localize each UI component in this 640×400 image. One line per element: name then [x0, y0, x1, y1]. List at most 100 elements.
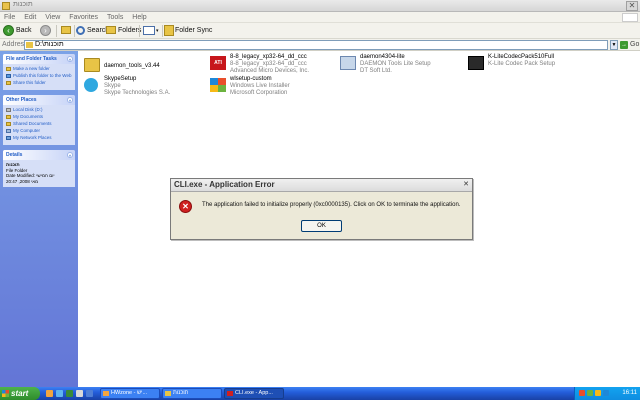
file-item[interactable]: K-LiteCodecPack510Full K-Lite Codec Pack…: [468, 53, 593, 79]
views-button[interactable]: [143, 26, 155, 35]
back-button[interactable]: Back: [16, 25, 32, 37]
file-folder-tasks-panel: File and Folder Tasks ˄ Make a new folde…: [3, 54, 75, 90]
place-local-disk[interactable]: Local Disk (D:): [6, 107, 72, 114]
file-name: 8-8_legacy_xp32-64_dd_ccc: [230, 54, 307, 60]
toolbar-separator: [74, 25, 75, 37]
panel-title: Other Places: [6, 97, 37, 103]
taskbar-item[interactable]: HWzone - יש...: [100, 388, 160, 399]
forward-arrow-icon[interactable]: ›: [40, 25, 51, 36]
tray-icon[interactable]: [579, 390, 585, 396]
place-label: Shared Documents: [13, 121, 52, 126]
file-description: Windows Live Installer: [230, 83, 290, 89]
toolbar: ‹ Back › Search Folders ▾ Folder Sync: [0, 23, 640, 39]
address-bar: Address D:\תוכנות ▼ → Go: [0, 39, 640, 51]
setup-icon: [340, 56, 356, 70]
tray-icon[interactable]: [595, 390, 601, 396]
toolbar-separator: [162, 25, 163, 37]
quick-launch-icon[interactable]: [76, 390, 83, 397]
place-shared-documents[interactable]: Shared Documents: [6, 121, 72, 128]
file-description: K-Lite Codec Pack Setup: [488, 61, 556, 67]
chevron-down-icon[interactable]: ▾: [156, 25, 159, 37]
file-item[interactable]: SkypeSetup Skype Skype Technologies S.A.: [84, 75, 204, 101]
quick-launch-icon[interactable]: [56, 390, 63, 397]
file-name: K-LiteCodecPack510Full: [488, 54, 555, 60]
place-my-documents[interactable]: My Documents: [6, 114, 72, 121]
file-company: DT Soft Ltd.: [360, 68, 392, 74]
quick-launch-icon[interactable]: [86, 390, 93, 397]
window-title: תוכנות: [13, 1, 33, 8]
file-description: 8-8_legacy_xp32-64_dd_ccc: [230, 61, 307, 67]
collapse-icon[interactable]: ˄: [67, 152, 73, 158]
tray-icon[interactable]: [587, 390, 593, 396]
taskbar-item[interactable]: CLI.exe - App...: [224, 388, 284, 399]
file-item[interactable]: daemon4304-lite DAEMON Tools Lite Setup …: [340, 53, 465, 79]
menu-favorites[interactable]: Favorites: [69, 12, 98, 23]
folder-icon: [6, 122, 11, 126]
skype-icon: [84, 78, 98, 92]
address-dropdown-button[interactable]: ▼: [610, 40, 618, 50]
error-icon: [227, 391, 233, 396]
address-value: D:\תוכנות: [35, 41, 64, 48]
tray-icon[interactable]: [603, 390, 609, 396]
panel-header[interactable]: File and Folder Tasks ˄: [3, 54, 75, 64]
dialog-titlebar[interactable]: CLI.exe - Application Error ✕: [171, 179, 472, 192]
dialog-title: CLI.exe - Application Error: [174, 180, 275, 189]
menu-bar: File Edit View Favorites Tools Help: [0, 12, 640, 23]
go-button[interactable]: Go: [630, 40, 639, 50]
panel-header[interactable]: Details ˄: [3, 150, 75, 160]
place-my-network[interactable]: My Network Places: [6, 135, 72, 142]
taskbar-item[interactable]: תוכנות: [162, 388, 222, 399]
menu-view[interactable]: View: [45, 12, 60, 23]
panel-title: Details: [6, 152, 23, 158]
clock[interactable]: 16:11: [622, 387, 637, 400]
go-arrow-icon[interactable]: →: [620, 41, 628, 49]
window-titlebar[interactable]: תוכנות ✕: [0, 0, 640, 12]
file-name: SkypeSetup: [104, 76, 137, 82]
collapse-icon[interactable]: ˄: [67, 97, 73, 103]
quick-launch-icon[interactable]: [46, 390, 53, 397]
file-name: wlsetup-custom: [230, 76, 272, 82]
dialog-close-button[interactable]: ✕: [462, 181, 470, 189]
file-item[interactable]: wlsetup-custom Windows Live Installer Mi…: [210, 75, 335, 101]
error-icon: ✕: [179, 200, 192, 213]
drive-icon: [6, 108, 11, 112]
share-icon: [6, 81, 11, 85]
panel-header[interactable]: Other Places ˄: [3, 95, 75, 105]
collapse-icon[interactable]: ˄: [67, 56, 73, 62]
back-arrow-icon[interactable]: ‹: [3, 25, 14, 36]
details-panel: Details ˄ תוכנות File Folder Date Modifi…: [3, 150, 75, 187]
menu-tools[interactable]: Tools: [107, 12, 123, 23]
panel-title: File and Folder Tasks: [6, 56, 57, 62]
start-button[interactable]: start: [0, 387, 40, 400]
task-share-folder[interactable]: Share this folder: [6, 80, 72, 87]
windows-live-icon: [210, 78, 226, 92]
system-tray: 16:11: [574, 387, 640, 400]
start-label: start: [11, 389, 29, 398]
task-make-new-folder[interactable]: Make a new folder: [6, 66, 72, 73]
browser-icon: [103, 391, 109, 396]
window-close-button[interactable]: ✕: [626, 1, 638, 11]
address-input[interactable]: D:\תוכנות: [24, 40, 608, 50]
search-icon: [76, 26, 85, 35]
file-description: DAEMON Tools Lite Setup: [360, 61, 431, 67]
task-label: Share this folder: [13, 80, 46, 85]
windows-logo-icon: [622, 13, 638, 22]
place-my-computer[interactable]: My Computer: [6, 128, 72, 135]
folder-icon: [165, 391, 171, 396]
quick-launch-icon[interactable]: [66, 390, 73, 397]
dialog-message: The application failed to initialize pro…: [202, 202, 461, 208]
folder-sync-button[interactable]: Folder Sync: [175, 25, 212, 37]
menu-help[interactable]: Help: [132, 12, 146, 23]
windows-logo-icon: [2, 390, 9, 397]
menu-edit[interactable]: Edit: [24, 12, 36, 23]
folders-button[interactable]: Folders: [118, 25, 141, 37]
other-places-panel: Other Places ˄ Local Disk (D:) My Docume…: [3, 95, 75, 145]
menu-file[interactable]: File: [4, 12, 15, 23]
globe-icon: [6, 74, 11, 78]
file-company: Skype Technologies S.A.: [104, 90, 171, 96]
file-company: Advanced Micro Devices, Inc.: [230, 68, 310, 74]
task-pane: File and Folder Tasks ˄ Make a new folde…: [0, 51, 78, 387]
up-folder-icon[interactable]: [61, 26, 71, 34]
task-publish-folder[interactable]: Publish this folder to the Web: [6, 73, 72, 80]
ok-button[interactable]: OK: [301, 220, 342, 232]
